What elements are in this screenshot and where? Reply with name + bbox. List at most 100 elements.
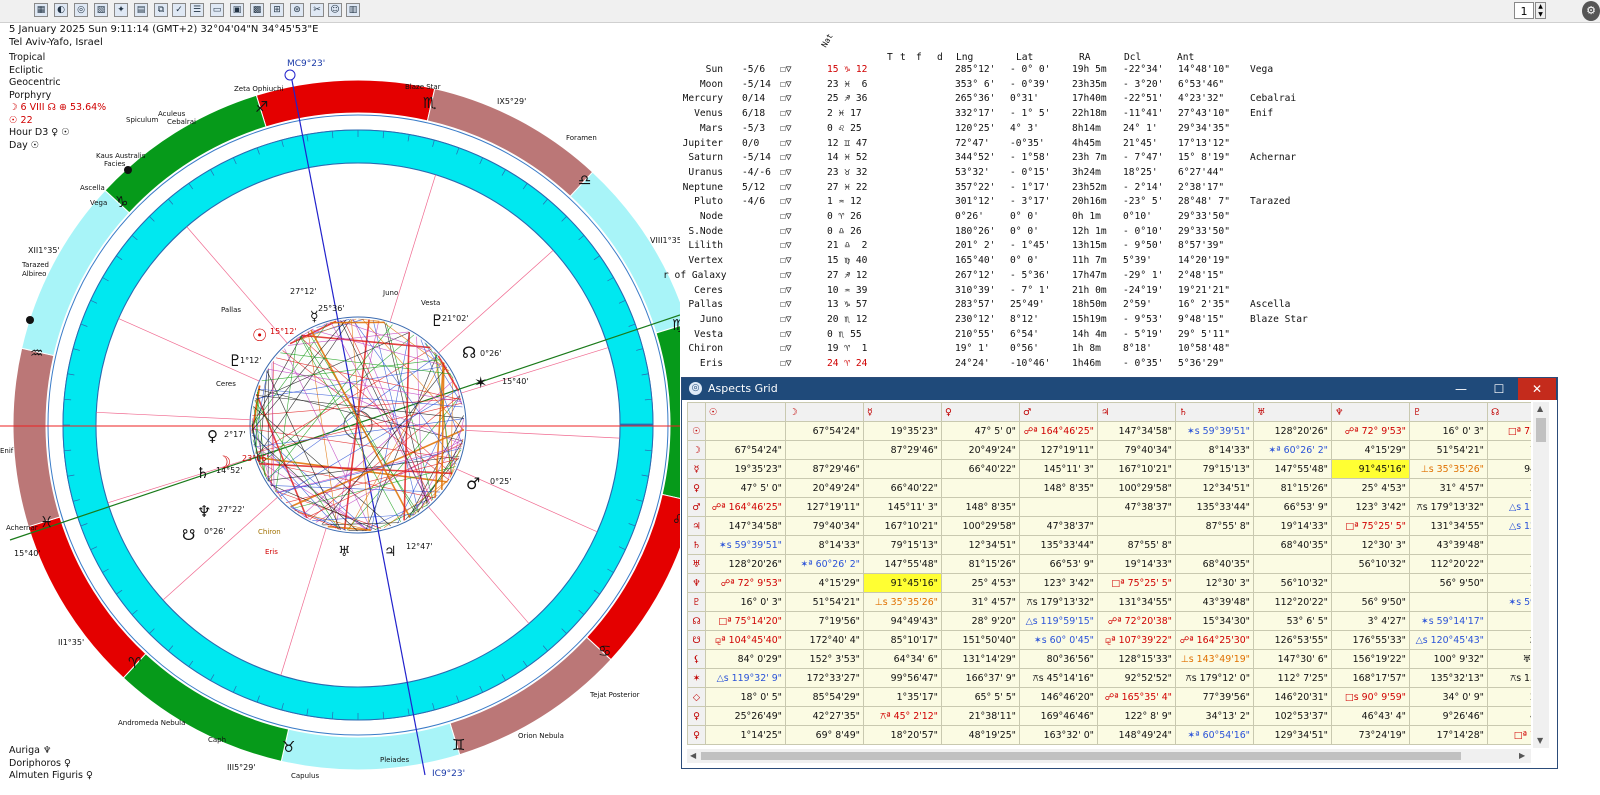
grid-row[interactable]: ♅ 128°20'26" ✶ª 60°26' 2" 147°55'48" 81°15'2… — [687, 554, 1531, 574]
grid-cell[interactable]: 1 — [1487, 535, 1531, 555]
grid-cell[interactable]: ✶s 60° 0'45" — [1019, 630, 1098, 650]
grid-row-header[interactable]: ♃ — [687, 516, 706, 536]
grid-cell[interactable]: 7°19'56" — [785, 611, 864, 631]
list-icon[interactable]: ☰ — [190, 3, 204, 17]
grid-cell[interactable]: ⊥s 35°35'26" — [863, 592, 942, 612]
grid-cell[interactable]: ⚻ — [1487, 630, 1531, 650]
grid-cell[interactable]: 147°30' 6" — [1253, 649, 1332, 669]
grid-cell[interactable]: 81°15'26" — [941, 554, 1020, 574]
group-icon[interactable]: ⧉ — [154, 3, 168, 17]
grid-cell[interactable]: 7 — [1487, 440, 1531, 460]
grid-row-header[interactable]: ♀ — [687, 725, 706, 745]
grid-cell[interactable]: 8°14'33" — [1175, 440, 1254, 460]
grid-cell[interactable]: 156°19'22" — [1331, 649, 1410, 669]
grid-cell[interactable]: 3° 4'27" — [1331, 611, 1410, 631]
scroll-right-arrow[interactable]: ▶ — [1519, 751, 1525, 760]
grid-cell[interactable]: 25°26'49" — [705, 706, 786, 726]
grid-cell[interactable]: 169°46'46" — [1019, 706, 1098, 726]
grid-cell[interactable]: □s 90° 9'59" — [1331, 687, 1410, 707]
grid-cell[interactable]: 3 — [1487, 573, 1531, 593]
grid-cell[interactable]: 56°10'32" — [1253, 573, 1332, 593]
grid-cell[interactable]: 19°35'23" — [863, 421, 942, 441]
grid-row-header[interactable]: ♀ — [687, 706, 706, 726]
grid-cell[interactable]: 17°14'28" — [1409, 725, 1488, 745]
grid-cell[interactable]: 51°54'21" — [785, 592, 864, 612]
grid-cell[interactable] — [863, 459, 942, 479]
grid-cell[interactable]: 91°45'16" — [863, 573, 942, 593]
grid-cell[interactable]: 28° 9'20" — [941, 611, 1020, 631]
grid-row[interactable]: ◇ 18° 0' 5" 85°54'29" 1°35'17" 65° 5' 5" 146°… — [687, 687, 1531, 707]
wheel-icon[interactable]: ◎ — [74, 3, 88, 17]
grid-cell[interactable] — [1175, 535, 1254, 555]
grid-row[interactable]: ☊ □ª 75°14'20" 7°19'56" 94°49'43" 28° 9'20" △… — [687, 611, 1531, 631]
grid-cell[interactable]: 20°49'24" — [941, 440, 1020, 460]
grid-row[interactable]: ♀ 47° 5' 0" 20°49'24" 66°40'22" 148° 8'35" 10… — [687, 478, 1531, 498]
grid-cell[interactable]: 47° 5' 0" — [941, 421, 1020, 441]
table-icon[interactable]: ▤ — [134, 3, 148, 17]
red-chart-icon[interactable]: ▣ — [230, 3, 244, 17]
grid-cell[interactable]: 4°15'29" — [785, 573, 864, 593]
grid-cell[interactable]: 87°29'46" — [863, 440, 942, 460]
grid-row[interactable]: ✶ △s 119°32' 9" 172°33'27" 99°56'47" 166°37'… — [687, 668, 1531, 688]
grid-cell[interactable]: 47°38'37" — [1097, 497, 1176, 517]
grid-cell[interactable]: △s 12 — [1487, 516, 1531, 536]
grid-cell[interactable]: 147°34'58" — [705, 516, 786, 536]
grid-cell[interactable]: 131°34'55" — [1097, 592, 1176, 612]
globe-icon[interactable]: ◐ — [54, 3, 68, 17]
grid-row[interactable]: ♀ 1°14'25" 69° 8'49" 18°20'57" 48°19'25" 163°… — [687, 725, 1531, 745]
vertical-scroll-thumb[interactable] — [1536, 418, 1546, 442]
grid-cell[interactable]: ☍ª 164°46'25" — [1019, 421, 1098, 441]
grid-cell[interactable]: ☍ª 164°25'30" — [1175, 630, 1254, 650]
grid-cell[interactable]: 127°19'11" — [1019, 440, 1098, 460]
aspects-grid-body[interactable]: ☉ ☽ ☿ ♀ ♂ ♃ ♄ ♅ ♆ ♇ ☊ ☉ 67°54'24" 19°35'23" 47° 5' 0" ☍… — [687, 402, 1531, 748]
grid-cell[interactable]: 123° 3'42" — [1019, 573, 1098, 593]
grid-cell[interactable]: 81°15'26" — [1253, 478, 1332, 498]
grid-row[interactable]: ☉ 67°54'24" 19°35'23" 47° 5' 0" ☍ª 164°46'25… — [687, 421, 1531, 441]
chart-number-stepper[interactable]: ▲ ▼ — [1535, 2, 1546, 19]
grid-cell[interactable]: 85°10'17" — [863, 630, 942, 650]
ring-icon[interactable]: ⊛ — [290, 3, 304, 17]
grid-cell[interactable] — [705, 421, 786, 441]
grid-cell[interactable]: ⚻s 15 — [1487, 668, 1531, 688]
grid-cell[interactable]: 66°53' 9" — [1253, 497, 1332, 517]
grid-row-header[interactable]: ◇ — [687, 687, 706, 707]
grid-row-header[interactable]: ☿ — [687, 459, 706, 479]
grid-cell[interactable]: △s 119°59'15" — [1019, 611, 1098, 631]
grid-cell[interactable]: ⚻s 45°14'16" — [1019, 668, 1098, 688]
grid-cell[interactable]: 25° 4'53" — [1331, 478, 1410, 498]
grid-cell[interactable]: ✶s 59°39'51" — [1175, 421, 1254, 441]
grid-cell[interactable]: 31° 4'57" — [941, 592, 1020, 612]
grid-cell[interactable]: 68°40'35" — [1253, 535, 1332, 555]
grid-cell[interactable]: 131°34'55" — [1409, 516, 1488, 536]
grid-cell[interactable]: 151°50'40" — [941, 630, 1020, 650]
grid-row-header[interactable]: ♅ — [687, 554, 706, 574]
grid-cell[interactable]: 79°15'13" — [1175, 459, 1254, 479]
grid-cell[interactable]: 167°10'21" — [1097, 459, 1176, 479]
horizontal-scrollbar[interactable]: ◀ ▶ — [687, 749, 1531, 763]
grid-cell[interactable]: 166°37' 9" — [941, 668, 1020, 688]
grid-cell[interactable]: 129°34'51" — [1253, 725, 1332, 745]
grid-row-header[interactable]: ♂ — [687, 497, 706, 517]
grid-cell[interactable]: 163°32' 0" — [1019, 725, 1098, 745]
grid-column-header[interactable]: ☉ — [705, 402, 786, 422]
grid-cell[interactable]: ⚼ª 107°39'22" — [1097, 630, 1176, 650]
grid-row-header[interactable]: ☽ — [687, 440, 706, 460]
grid-cell[interactable]: 2 — [1487, 478, 1531, 498]
grid-cell[interactable]: 12°34'51" — [1175, 478, 1254, 498]
grid-row-header[interactable]: ☊ — [687, 611, 706, 631]
tools-icon[interactable]: ✂ — [310, 3, 324, 17]
grid-cell[interactable]: 31° 4'57" — [1409, 478, 1488, 498]
check-icon[interactable]: ✓ — [172, 3, 186, 17]
scroll-left-arrow[interactable]: ◀ — [690, 751, 696, 760]
grid-cell[interactable]: 18°20'57" — [863, 725, 942, 745]
grid-row[interactable]: ♂ ☍ª 164°46'25" 127°19'11" 145°11' 3" 148° 8… — [687, 497, 1531, 517]
grid-cell[interactable]: 172°33'27" — [785, 668, 864, 688]
grid-cell[interactable]: □ª 75°14'20" — [705, 611, 786, 631]
grid-cell[interactable]: 16° 0' 3" — [705, 592, 786, 612]
document-icon[interactable]: ▭ — [210, 3, 224, 17]
grid-cell[interactable]: 9°26'46" — [1409, 706, 1488, 726]
grid-cell[interactable]: 87°55' 8" — [1175, 516, 1254, 536]
star-map-icon[interactable]: ✦ — [114, 3, 128, 17]
grid-cell[interactable]: 18° 0' 5" — [705, 687, 786, 707]
grid-cell[interactable]: 112° 7'25" — [1253, 668, 1332, 688]
